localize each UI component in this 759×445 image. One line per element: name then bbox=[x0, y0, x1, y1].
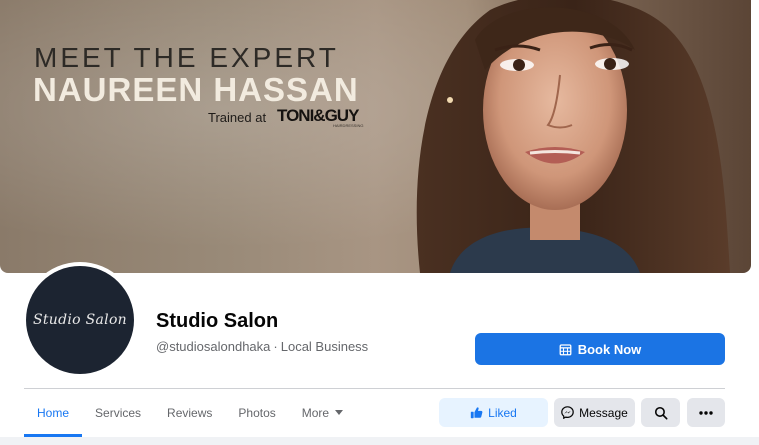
tab-home[interactable]: Home bbox=[24, 389, 83, 437]
page-title[interactable]: Studio Salon bbox=[156, 310, 278, 333]
page-subtitle: @studiosalondhaka · Local Business bbox=[156, 339, 368, 354]
liked-label: Liked bbox=[488, 405, 517, 420]
tab-reviews[interactable]: Reviews bbox=[154, 389, 225, 437]
tab-more[interactable]: More bbox=[289, 389, 356, 437]
cover-headline: MEET THE EXPERT bbox=[34, 42, 339, 73]
tab-services[interactable]: Services bbox=[82, 389, 154, 437]
book-now-label: Book Now bbox=[577, 341, 642, 357]
feed-background-strip bbox=[0, 437, 759, 445]
avatar-logo-text: Studio Salon bbox=[32, 312, 127, 328]
cover-brand-sub: HAIRDRESSING bbox=[333, 123, 364, 128]
cover-expert-name: NAUREEN HASSAN bbox=[33, 71, 359, 108]
tab-services-label: Services bbox=[95, 406, 142, 420]
calendar-icon bbox=[559, 343, 572, 355]
search-button[interactable] bbox=[641, 398, 680, 427]
tab-home-label: Home bbox=[37, 406, 70, 420]
messenger-icon bbox=[561, 406, 574, 419]
more-options-button[interactable] bbox=[687, 398, 725, 427]
page-handle: @studiosalondhaka bbox=[156, 339, 271, 354]
cover-trained-label: Trained at bbox=[208, 110, 267, 125]
message-label: Message bbox=[579, 405, 628, 420]
cover-portrait-image bbox=[416, 0, 730, 273]
tab-photos[interactable]: Photos bbox=[225, 389, 288, 437]
page-tabs: Home Services Reviews Photos More bbox=[24, 389, 356, 437]
thumbs-up-icon bbox=[470, 407, 483, 419]
search-icon bbox=[654, 406, 668, 420]
liked-button[interactable]: Liked bbox=[439, 398, 548, 427]
cover-photo[interactable]: MEET THE EXPERT NAUREEN HASSAN Trained a… bbox=[0, 0, 751, 273]
tab-reviews-label: Reviews bbox=[167, 406, 213, 420]
subtitle-separator: · bbox=[273, 339, 278, 354]
book-now-button[interactable]: Book Now bbox=[475, 333, 725, 365]
ellipsis-icon bbox=[699, 410, 713, 415]
tab-photos-label: Photos bbox=[238, 406, 276, 420]
page-category[interactable]: Local Business bbox=[281, 339, 368, 354]
message-button[interactable]: Message bbox=[554, 398, 635, 427]
caret-down-icon bbox=[335, 410, 344, 415]
profile-avatar[interactable]: Studio Salon bbox=[26, 266, 134, 374]
tab-more-label: More bbox=[301, 406, 330, 420]
